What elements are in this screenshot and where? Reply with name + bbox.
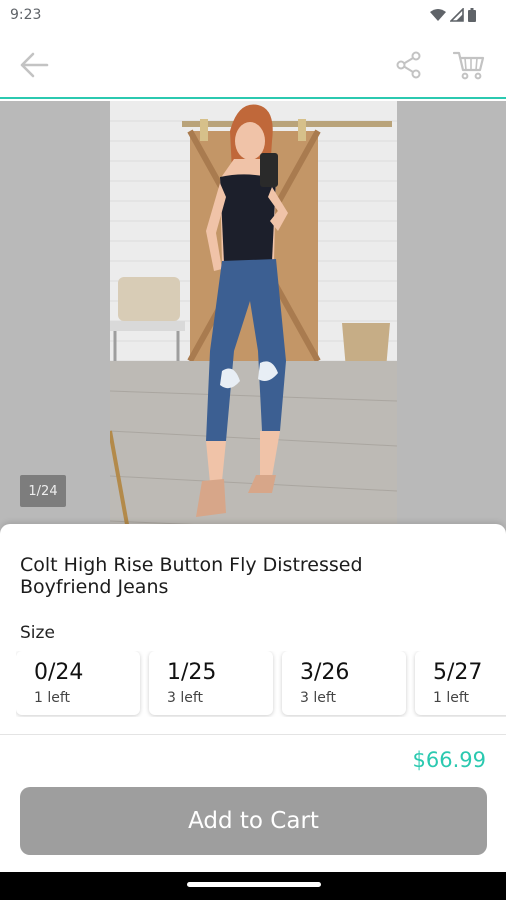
size-option-stock: 3 left <box>167 690 204 706</box>
back-button[interactable] <box>17 48 51 82</box>
product-title: Colt High Rise Button Fly Distressed Boy… <box>20 554 363 598</box>
size-option-value: 0/24 <box>34 660 84 685</box>
product-photo <box>110 101 397 541</box>
share-button[interactable] <box>392 48 426 82</box>
size-option-value: 1/25 <box>167 660 217 685</box>
add-to-cart-button[interactable]: Add to Cart <box>20 787 487 855</box>
size-option-stock: 1 left <box>433 690 470 706</box>
product-details-sheet: Colt High Rise Button Fly Distressed Boy… <box>0 524 506 874</box>
divider <box>0 734 506 735</box>
product-price: $66.99 <box>412 748 486 772</box>
battery-icon <box>468 8 476 22</box>
size-option-stock: 1 left <box>34 690 71 706</box>
back-arrow-icon <box>20 52 49 78</box>
share-icon <box>396 51 421 79</box>
cart-icon <box>453 51 485 80</box>
size-label: Size <box>20 623 55 643</box>
size-option-1-25[interactable]: 1/25 3 left <box>149 651 273 715</box>
size-option-3-26[interactable]: 3/26 3 left <box>282 651 406 715</box>
size-options-row[interactable]: 0/24 1 left 1/25 3 left 3/26 3 left 5/27… <box>16 651 506 717</box>
product-photo-illustration <box>110 101 397 541</box>
size-option-value: 3/26 <box>300 660 350 685</box>
size-option-0-24[interactable]: 0/24 1 left <box>16 651 140 715</box>
image-page-indicator: 1/24 <box>20 475 66 507</box>
status-icons <box>430 8 476 22</box>
system-nav-bar <box>0 872 506 900</box>
status-time: 9:23 <box>10 7 42 23</box>
size-option-5-27[interactable]: 5/27 1 left <box>415 651 506 715</box>
app-bar <box>0 32 506 99</box>
home-indicator[interactable] <box>187 882 321 887</box>
wifi-icon <box>430 8 446 21</box>
status-bar: 9:23 <box>0 0 506 32</box>
cart-button[interactable] <box>452 48 486 82</box>
product-image-gallery[interactable] <box>0 101 506 541</box>
size-option-stock: 3 left <box>300 690 337 706</box>
size-option-value: 5/27 <box>433 660 483 685</box>
signal-icon <box>450 8 464 22</box>
